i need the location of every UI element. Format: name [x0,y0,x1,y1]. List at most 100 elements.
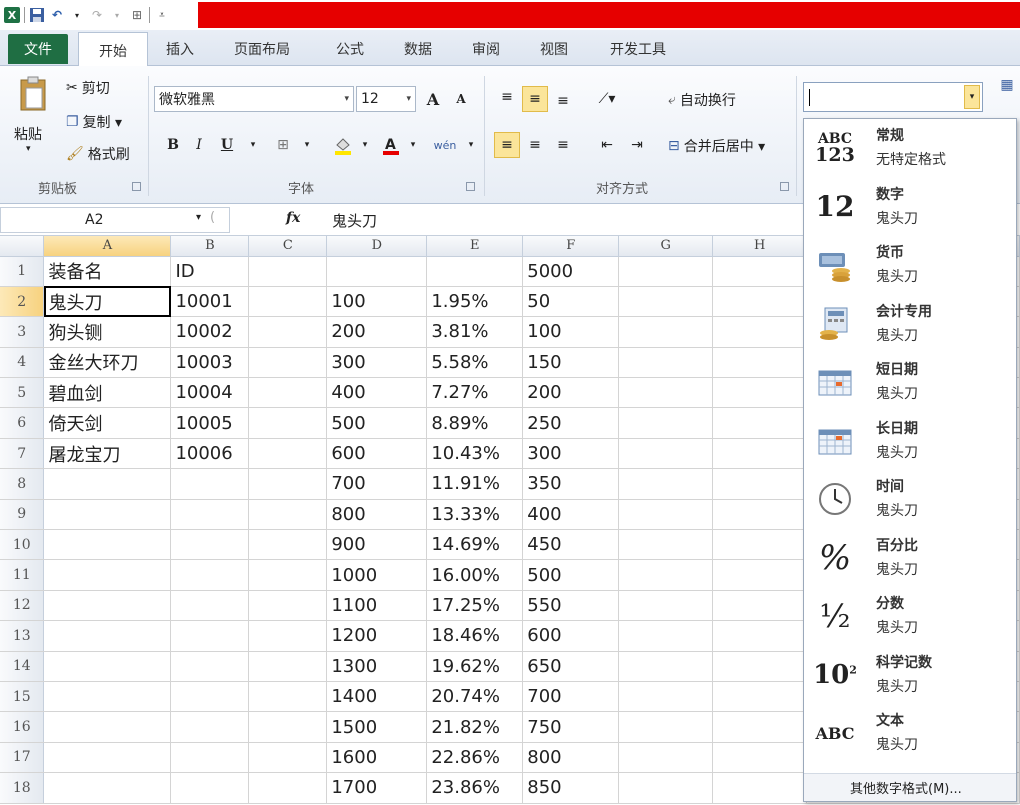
cell[interactable]: 200 [326,316,428,348]
cell[interactable] [618,438,714,470]
format-option[interactable]: ½ 分数 鬼头刀 [804,587,1016,645]
align-left-icon[interactable]: ≡ [494,132,520,158]
row-header[interactable]: 14 [0,651,45,682]
number-format-combo[interactable]: ▾ [803,82,983,112]
cell[interactable] [248,438,328,470]
cell[interactable]: 10006 [170,438,250,470]
cell[interactable] [170,681,250,713]
cell[interactable] [712,742,808,774]
save-icon[interactable] [29,7,45,23]
format-option[interactable]: 12 数字 鬼头刀 [804,178,1016,236]
cell[interactable] [43,772,172,804]
cell[interactable] [43,468,172,500]
cell[interactable] [618,316,714,348]
align-bottom-icon[interactable]: ≡ [550,88,576,114]
cell[interactable]: 金丝大环刀 [43,347,172,379]
format-option[interactable]: 102 科学记数 鬼头刀 [804,646,1016,704]
undo-icon[interactable]: ↶ [49,7,65,23]
cell[interactable]: 300 [522,438,620,470]
cell[interactable]: 10.43% [426,438,524,470]
underline-dropdown-icon[interactable]: ▾ [240,132,266,158]
cell[interactable] [712,316,808,348]
row-header[interactable]: 15 [0,681,45,713]
cell[interactable]: 17.25% [426,590,524,622]
decrease-indent-icon[interactable]: ⇤ [594,132,620,158]
cell[interactable]: 250 [522,407,620,439]
cell[interactable]: ID [170,256,250,287]
tab-formulas[interactable]: 公式 [336,39,364,59]
cell[interactable] [248,407,328,439]
row-header[interactable]: 2 [0,286,45,318]
cell[interactable] [248,468,328,500]
tab-data[interactable]: 数据 [404,39,432,59]
cell[interactable]: 10005 [170,407,250,439]
cell[interactable]: 450 [522,529,620,561]
align-middle-icon[interactable]: ≡ [522,86,548,112]
cell[interactable] [712,286,808,318]
cell[interactable]: 碧血剑 [43,377,172,409]
cell[interactable] [170,742,250,774]
cell[interactable] [712,256,808,287]
name-box-dropdown-icon[interactable]: ▾ [196,212,201,223]
paste-dropdown-icon[interactable]: ▾ [26,144,31,154]
cell[interactable]: 800 [326,499,428,531]
cell[interactable]: 200 [522,377,620,409]
format-option[interactable]: 会计专用 鬼头刀 [804,295,1016,353]
cell[interactable] [712,651,808,682]
cell[interactable]: 150 [522,347,620,379]
tab-insert[interactable]: 插入 [166,39,194,59]
cell[interactable] [170,559,250,591]
cell[interactable] [326,256,428,287]
cell[interactable] [618,256,714,287]
cell[interactable] [170,499,250,531]
row-header[interactable]: 6 [0,407,45,439]
cell[interactable] [43,681,172,713]
cell[interactable] [43,651,172,682]
cell[interactable]: 10002 [170,316,250,348]
row-header[interactable]: 5 [0,377,45,409]
cell[interactable]: 1600 [326,742,428,774]
excel-app-icon[interactable]: X [4,7,20,23]
cell[interactable]: 600 [522,620,620,652]
cell[interactable]: 1200 [326,620,428,652]
format-option[interactable]: 时间 鬼头刀 [804,470,1016,528]
format-option[interactable]: 短日期 鬼头刀 [804,353,1016,411]
cell[interactable] [170,620,250,652]
cell[interactable]: 700 [522,681,620,713]
cell[interactable] [712,681,808,713]
qa-more-icon[interactable]: ⩡ [154,7,170,23]
cell[interactable]: 13.33% [426,499,524,531]
cell[interactable]: 屠龙宝刀 [43,438,172,470]
bold-button[interactable]: B [160,132,186,158]
cell[interactable]: 5000 [522,256,620,287]
cell[interactable] [170,651,250,682]
cell[interactable] [43,742,172,774]
row-header[interactable]: 7 [0,438,45,470]
italic-button[interactable]: I [186,132,212,158]
format-option[interactable]: 长日期 鬼头刀 [804,412,1016,470]
font-launcher-icon[interactable] [466,182,475,191]
cell[interactable] [248,681,328,713]
cell[interactable]: 100 [522,316,620,348]
increase-indent-icon[interactable]: ⇥ [624,132,650,158]
cell[interactable] [618,377,714,409]
row-header[interactable]: 11 [0,559,45,591]
cell[interactable] [248,286,328,318]
format-option[interactable]: ABC 123 常规 无特定格式 [804,119,1016,177]
paste-button[interactable] [18,76,48,116]
cell[interactable]: 10001 [170,286,250,318]
align-top-icon[interactable]: ≡ [494,84,520,110]
cell[interactable] [618,347,714,379]
cell[interactable] [712,347,808,379]
cell[interactable] [248,559,328,591]
cell[interactable]: 10004 [170,377,250,409]
redo-dropdown-icon[interactable]: ▾ [109,7,125,23]
tab-home[interactable]: 开始 [78,32,148,68]
cell[interactable] [618,772,714,804]
cell[interactable] [618,590,714,622]
row-header[interactable]: 13 [0,620,45,652]
format-option[interactable]: % 百分比 鬼头刀 [804,529,1016,587]
cell[interactable]: 650 [522,651,620,682]
cell[interactable]: 10003 [170,347,250,379]
font-color-dropdown-icon[interactable]: ▾ [400,132,426,158]
